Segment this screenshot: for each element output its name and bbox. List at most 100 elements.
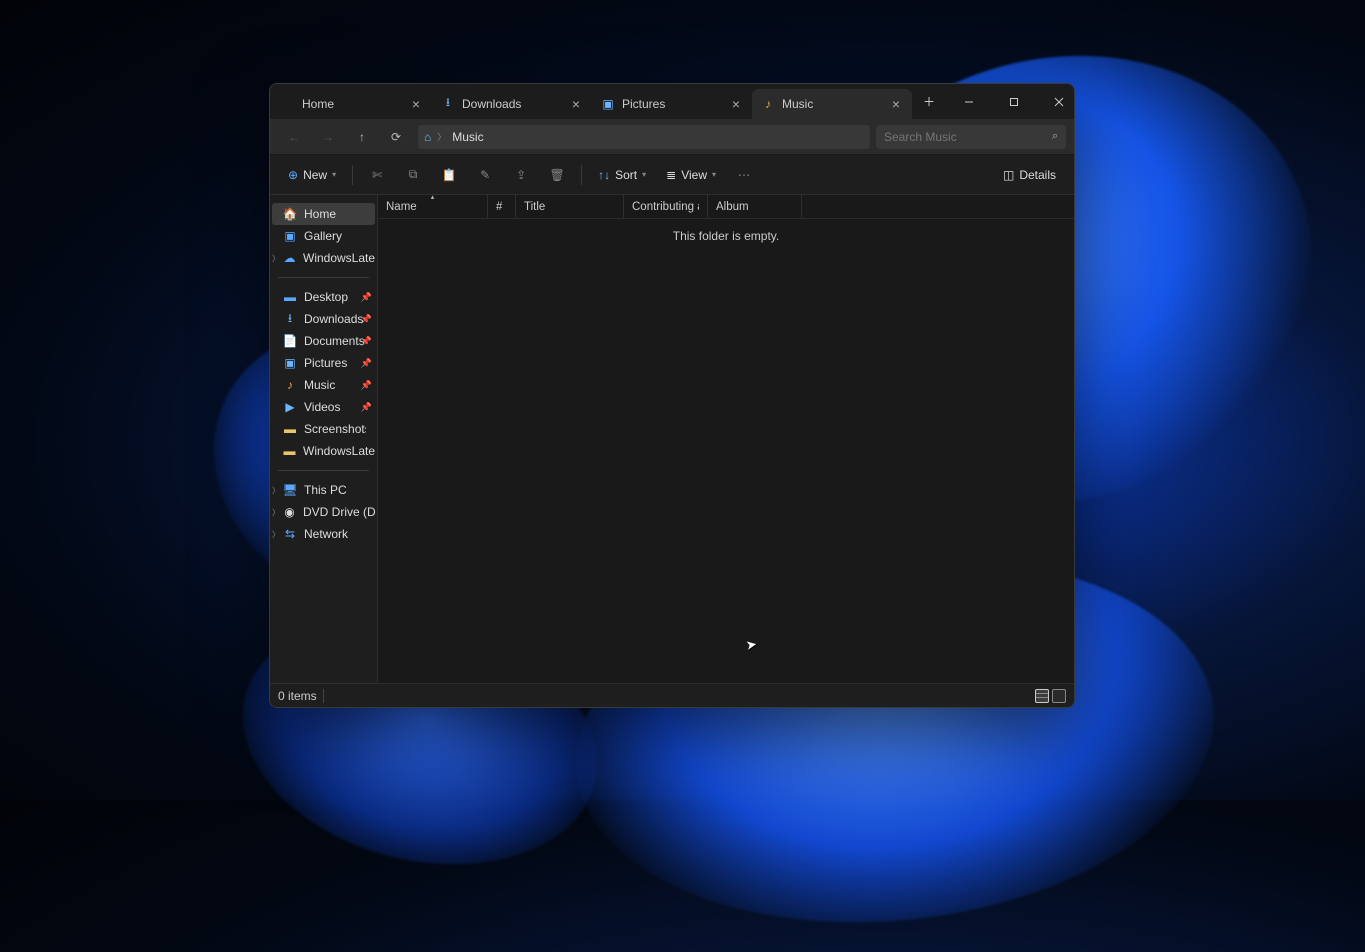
- share-button[interactable]: ⇪: [505, 160, 537, 190]
- tab-label: Home: [302, 97, 408, 111]
- chevron-right-icon[interactable]: 〉: [271, 529, 281, 540]
- sidebar-item-screenshots[interactable]: ▬ Screenshots: [272, 418, 375, 440]
- pin-icon: 📌: [361, 314, 372, 325]
- sidebar-item-gallery[interactable]: ▣ Gallery: [272, 225, 375, 247]
- forward-button[interactable]: →: [312, 123, 344, 151]
- cut-icon: ✄: [372, 168, 382, 182]
- sidebar-item-label: WindowsLatest - Pe: [303, 251, 375, 265]
- column-artists[interactable]: Contributing artists: [624, 195, 708, 218]
- chevron-right-icon[interactable]: 〉: [271, 485, 281, 496]
- close-icon[interactable]: ×: [568, 96, 584, 112]
- paste-button[interactable]: 📋: [433, 160, 465, 190]
- sidebar-item-label: DVD Drive (D:) CCC: [303, 505, 375, 519]
- sort-label: Sort: [615, 168, 637, 182]
- tab-music[interactable]: ♪ Music ×: [752, 89, 912, 119]
- minimize-button[interactable]: [946, 84, 991, 119]
- sidebar-item-videos[interactable]: ▶Videos📌: [272, 396, 375, 418]
- refresh-button[interactable]: ⟳: [380, 123, 412, 151]
- content-pane: ▴Name # Title Contributing artists Album…: [378, 195, 1074, 683]
- close-icon[interactable]: ×: [408, 96, 424, 112]
- sidebar-item-dvd[interactable]: 〉◉ DVD Drive (D:) CCC: [272, 501, 375, 523]
- music-icon: ♪: [282, 377, 298, 393]
- cut-button[interactable]: ✄: [361, 160, 393, 190]
- command-bar: ⊕ New ▾ ✄ ⧉ 📋 ✎ ⇪ 🗑 ↑↓ Sort ▾ ≣ View ▾ ⋯…: [270, 155, 1074, 195]
- sidebar-item-label: Gallery: [304, 229, 342, 243]
- folder-icon: ▬: [282, 421, 298, 437]
- sidebar-item-desktop[interactable]: ▬Desktop📌: [272, 286, 375, 308]
- tab-strip: Home × ⭳ Downloads × ▣ Pictures × ♪ Musi…: [272, 84, 946, 119]
- chevron-down-icon: ▾: [712, 170, 716, 179]
- maximize-button[interactable]: [991, 84, 1036, 119]
- document-icon: 📄: [282, 333, 298, 349]
- network-icon: ⇆: [282, 526, 298, 542]
- plus-circle-icon: ⊕: [288, 168, 298, 182]
- delete-button[interactable]: 🗑: [541, 160, 573, 190]
- sidebar-item-label: Home: [304, 207, 336, 221]
- sort-icon: ↑↓: [598, 168, 610, 182]
- close-button[interactable]: [1036, 84, 1075, 119]
- pin-icon: 📌: [361, 380, 372, 391]
- tab-home[interactable]: Home ×: [272, 89, 432, 119]
- divider: [278, 470, 369, 471]
- sidebar-item-windowslatest[interactable]: ▬WindowsLatest: [272, 440, 375, 462]
- share-icon: ⇪: [516, 168, 526, 182]
- new-button[interactable]: ⊕ New ▾: [280, 160, 344, 190]
- sidebar-item-label: Network: [304, 527, 348, 541]
- address-bar[interactable]: ⌂ 〉 Music: [418, 125, 870, 149]
- column-album[interactable]: Album: [708, 195, 802, 218]
- sidebar-item-network[interactable]: 〉⇆ Network: [272, 523, 375, 545]
- pin-icon: 📌: [361, 292, 372, 303]
- more-button[interactable]: ⋯: [728, 160, 760, 190]
- column-name[interactable]: ▴Name: [378, 195, 488, 218]
- chevron-right-icon[interactable]: 〉: [271, 507, 281, 518]
- details-pane-button[interactable]: ◫ Details: [995, 160, 1064, 190]
- details-view-button[interactable]: [1035, 689, 1049, 703]
- tab-label: Music: [782, 97, 888, 111]
- tab-pictures[interactable]: ▣ Pictures ×: [592, 89, 752, 119]
- search-icon[interactable]: ⌕: [1052, 130, 1058, 143]
- pc-icon: 🖥: [282, 482, 298, 498]
- close-icon[interactable]: ×: [728, 96, 744, 112]
- sidebar-item-this-pc[interactable]: 〉🖥This PC: [272, 479, 375, 501]
- sidebar-item-documents[interactable]: 📄Documents📌: [272, 330, 375, 352]
- tab-downloads[interactable]: ⭳ Downloads ×: [432, 89, 592, 119]
- paste-icon: 📋: [442, 168, 457, 182]
- disc-icon: ◉: [282, 504, 297, 520]
- sidebar-item-pictures[interactable]: ▣Pictures📌: [272, 352, 375, 374]
- status-bar: 0 items: [270, 683, 1074, 707]
- copy-icon: ⧉: [409, 167, 418, 182]
- chevron-right-icon[interactable]: 〉: [271, 253, 281, 264]
- thumbnails-view-button[interactable]: [1052, 689, 1066, 703]
- new-tab-button[interactable]: ＋: [912, 93, 946, 110]
- cloud-icon: ☁: [282, 250, 297, 266]
- sidebar-item-music[interactable]: ♪Music📌: [272, 374, 375, 396]
- window-controls: [946, 84, 1075, 119]
- view-button[interactable]: ≣ View ▾: [658, 160, 724, 190]
- rename-icon: ✎: [480, 168, 490, 182]
- separator: [323, 689, 324, 703]
- home-icon: 🏠: [282, 206, 298, 222]
- gallery-icon: ▣: [282, 228, 298, 244]
- picture-icon: ▣: [282, 355, 298, 371]
- close-icon[interactable]: ×: [888, 96, 904, 112]
- navigation-bar: ← → ↑ ⟳ ⌂ 〉 Music ⌕: [270, 119, 1074, 155]
- search-box[interactable]: ⌕: [876, 125, 1066, 149]
- navigation-pane: 🏠 Home ▣ Gallery 〉 ☁ WindowsLatest - Pe …: [270, 195, 378, 683]
- tab-label: Downloads: [462, 97, 568, 111]
- folder-icon: ▬: [282, 443, 297, 459]
- sidebar-item-label: Videos: [304, 400, 340, 414]
- column-number[interactable]: #: [488, 195, 516, 218]
- search-input[interactable]: [884, 130, 1052, 144]
- desktop-icon: ▬: [282, 289, 298, 305]
- sidebar-item-onedrive[interactable]: 〉 ☁ WindowsLatest - Pe: [272, 247, 375, 269]
- sidebar-item-label: Screenshots: [304, 422, 366, 436]
- sidebar-item-home[interactable]: 🏠 Home: [272, 203, 375, 225]
- sidebar-item-downloads[interactable]: ⭳Downloads📌: [272, 308, 375, 330]
- up-button[interactable]: ↑: [346, 123, 378, 151]
- copy-button[interactable]: ⧉: [397, 160, 429, 190]
- back-button[interactable]: ←: [278, 123, 310, 151]
- sort-button[interactable]: ↑↓ Sort ▾: [590, 160, 654, 190]
- column-title[interactable]: Title: [516, 195, 624, 218]
- rename-button[interactable]: ✎: [469, 160, 501, 190]
- file-explorer-window: Home × ⭳ Downloads × ▣ Pictures × ♪ Musi…: [269, 83, 1075, 708]
